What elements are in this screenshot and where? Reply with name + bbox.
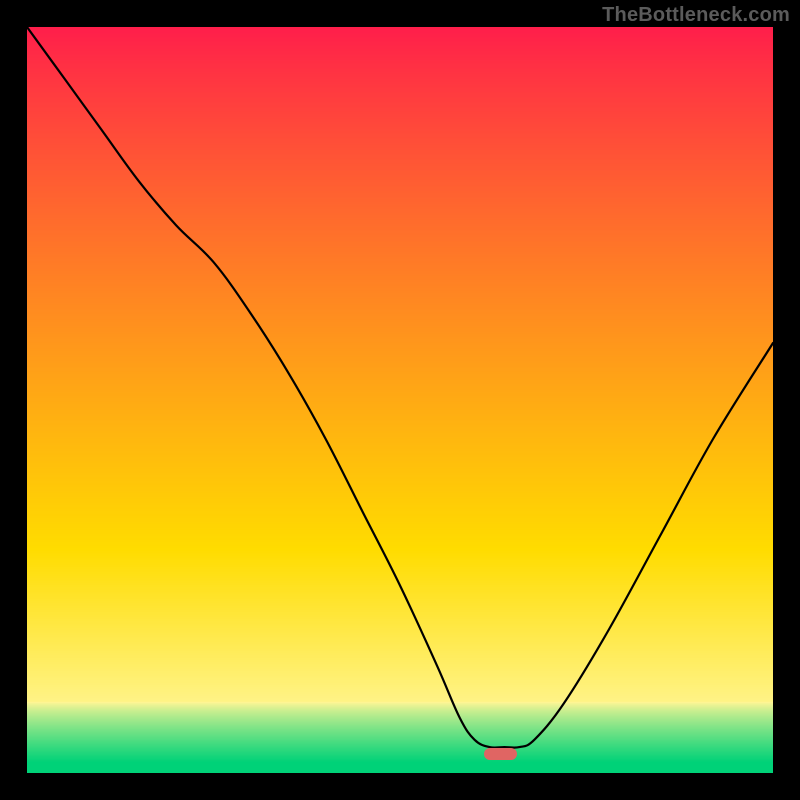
curve-layer — [27, 27, 773, 773]
chart-frame: TheBottleneck.com — [0, 0, 800, 800]
optimum-marker — [484, 748, 518, 760]
bottleneck-curve — [27, 27, 773, 748]
plot-area — [27, 27, 773, 773]
watermark-text: TheBottleneck.com — [602, 4, 790, 27]
plot-outer — [27, 27, 773, 773]
